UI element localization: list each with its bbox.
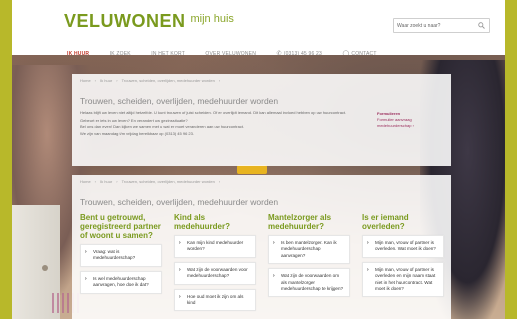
- breadcrumb: Home › Ik huur › Trouwen, scheiden, overlijd…: [80, 179, 224, 184]
- page-title: Trouwen, scheiden, overlijden, medehuurd…: [80, 96, 279, 106]
- intro-text: Helaas blijft uw leven niet altijd hetze…: [80, 110, 380, 137]
- logo-name: VELUWONEN: [64, 11, 186, 31]
- site-header: VELUWONENmijn huis IK HUUR IK ZOEK IN HE…: [12, 0, 505, 57]
- faq-card-label: Vraag: wat is medehuurderschap?: [93, 249, 136, 261]
- breadcrumb-home[interactable]: Home: [80, 78, 91, 83]
- faq-card-label: Mijn man, vrouw of partner is overleden.…: [375, 240, 436, 252]
- search-icon[interactable]: [478, 22, 485, 29]
- column-heading: Kind als medehuurder?: [174, 213, 231, 231]
- breadcrumb-separator: ›: [94, 78, 97, 83]
- column-heading: Bent u getrouwd, geregistreerd partner o…: [80, 213, 161, 240]
- breadcrumb-separator: ›: [116, 179, 118, 184]
- faq-panel: Home › Ik huur › Trouwen, scheiden, overlijd…: [72, 175, 451, 319]
- breadcrumb-ik-huur[interactable]: Ik huur: [100, 78, 112, 83]
- faq-column-child: Kind als medehuurder? › Kan mijn kind med…: [174, 213, 256, 319]
- chevron-right-icon: ›: [273, 273, 275, 280]
- faq-card-label: Is ben mantelzorger. Kan ik medehuurders…: [281, 240, 337, 258]
- chevron-right-icon: ›: [85, 275, 87, 282]
- intro-panel: Home › Ik huur › Trouwen, scheiden, overlijd…: [72, 74, 451, 166]
- door-knob: [42, 265, 48, 271]
- faq-column-deceased: Is er iemand overleden? › Mijn man, vrouw…: [362, 213, 444, 319]
- faq-card[interactable]: › Mijn man, vrouw of partner is overleden…: [362, 235, 444, 258]
- breadcrumb-separator: ›: [116, 78, 118, 83]
- faq-card[interactable]: › Is wel medehuurderschap aanvragen, hoe …: [80, 270, 162, 294]
- faq-card-label: Kan mijn kind medehuurder worden?: [187, 240, 244, 252]
- breadcrumb-separator: ›: [218, 78, 221, 83]
- photo-accent: [237, 165, 267, 174]
- faq-card[interactable]: › Hoe oud moet ik zijn om als kind: [174, 288, 256, 312]
- site-logo[interactable]: VELUWONEN mijn huis: [64, 11, 234, 32]
- faq-card-label: Is wel medehuurderschap aanvragen, hoe d…: [93, 275, 149, 288]
- breadcrumb-current: Trouwen, scheiden, overlijden, medehuurd…: [121, 78, 215, 83]
- page-title: Trouwen, scheiden, overlijden, medehuurd…: [80, 197, 279, 207]
- forms-sidebar: Formulieren Formulier aanvraag medehuurd…: [377, 111, 447, 129]
- form-link-medehuurderschap-cont[interactable]: medehuurderschap ›: [377, 123, 447, 129]
- breadcrumb: Home › Ik huur › Trouwen, scheiden, overlijd…: [80, 78, 224, 83]
- faq-card-label: Hoe oud moet ik zijn om als kind: [187, 293, 244, 306]
- breadcrumb-separator: ›: [218, 179, 221, 184]
- chevron-right-icon: ›: [179, 266, 181, 273]
- faq-card[interactable]: › Wat zijn de voorwaarden voor medehuurde…: [174, 261, 256, 285]
- intro-paragraph: Helaas blijft uw leven niet altijd hetze…: [80, 110, 347, 115]
- faq-card[interactable]: › Is ben mantelzorger. Kan ik medehuurder…: [268, 235, 350, 265]
- faq-card[interactable]: › Wat zijn de voorwaarden om als mantelzo…: [268, 268, 350, 298]
- breadcrumb-home[interactable]: Home: [80, 179, 91, 184]
- breadcrumb-separator: ›: [94, 179, 97, 184]
- chevron-right-icon: ›: [367, 240, 369, 246]
- faq-card-label: Wat zijn de voorwaarden voor medehuurder…: [187, 266, 248, 279]
- intro-paragraph: We zijn van maandag t/m vrijdag bereikba…: [80, 130, 194, 136]
- column-heading: Mantelzorger als medehuurder?: [268, 213, 332, 231]
- chevron-right-icon: ›: [85, 249, 87, 255]
- logo-tagline: mijn huis: [190, 13, 234, 25]
- breadcrumb-current: Trouwen, scheiden, overlijden, medehuurd…: [121, 179, 215, 184]
- chevron-right-icon: ›: [179, 240, 181, 246]
- faq-column-caregiver: Mantelzorger als medehuurder? › Is ben ma…: [268, 213, 350, 319]
- faq-card-label: Mijn man, vrouw of partner is overleden …: [375, 266, 436, 292]
- search-box: [393, 18, 490, 33]
- browser-page: VELUWONENmijn huis IK HUUR IK ZOEK IN HE…: [12, 0, 505, 319]
- chevron-right-icon: ›: [179, 293, 181, 300]
- faq-card[interactable]: › Kan mijn kind medehuurder worden?: [174, 235, 256, 258]
- search-input[interactable]: [397, 19, 472, 32]
- chevron-right-icon: ›: [273, 240, 275, 246]
- faq-card[interactable]: › Vraag: wat is medehuurderschap?: [80, 244, 162, 267]
- faq-card[interactable]: › Mijn man, vrouw of partner is overleden…: [362, 261, 444, 298]
- faq-card-label: Wat zijn de voorwaarden om als mantelzor…: [281, 273, 344, 292]
- column-heading: Is er iemand overleden?: [362, 213, 409, 231]
- faq-column-married: Bent u getrouwd, geregistreerd partner o…: [80, 213, 162, 319]
- chevron-right-icon: ›: [367, 266, 369, 273]
- faq-columns: Bent u getrouwd, geregistreerd partner o…: [80, 213, 446, 319]
- breadcrumb-ik-huur[interactable]: Ik huur: [100, 179, 112, 184]
